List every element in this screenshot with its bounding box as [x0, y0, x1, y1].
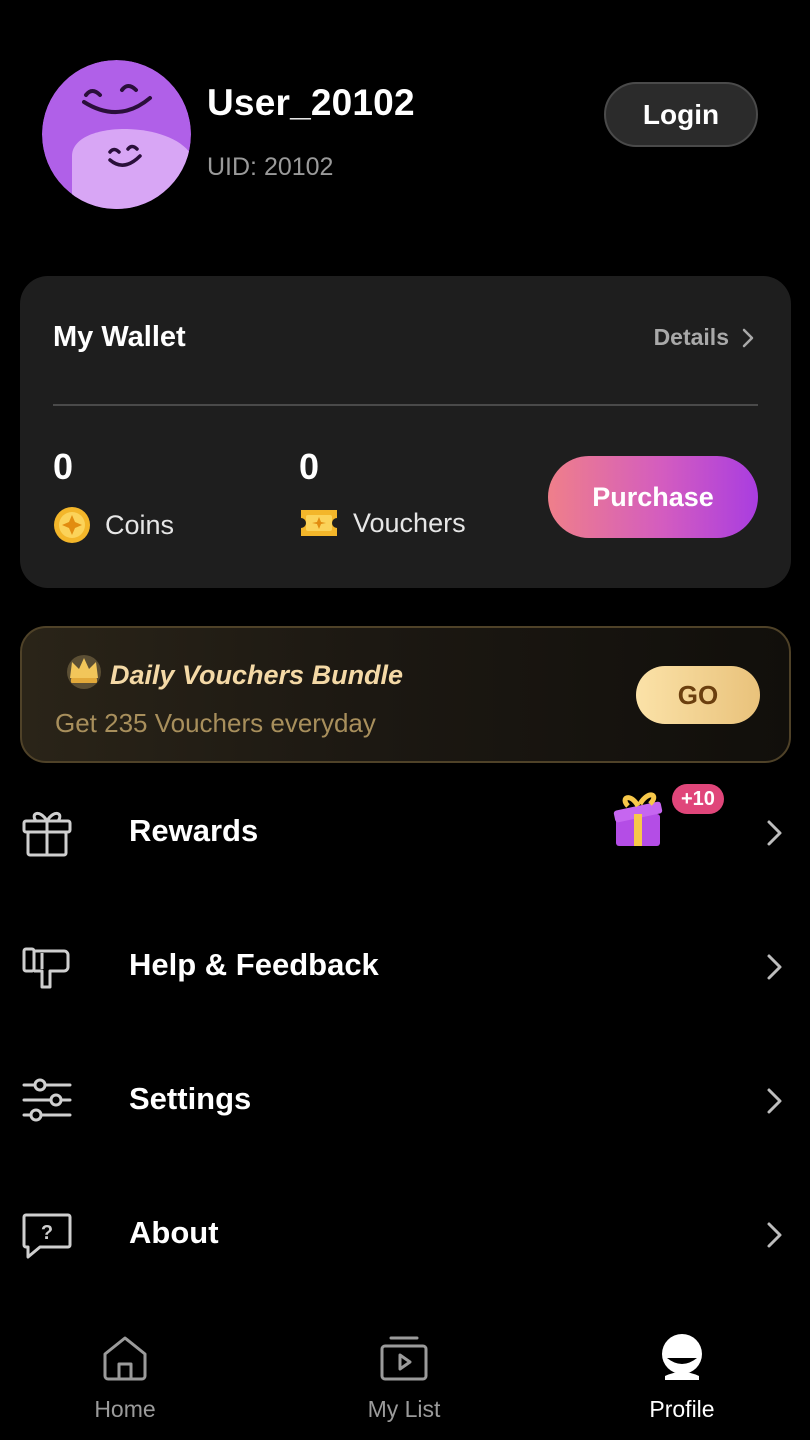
coins-stat[interactable]: 0 Coins — [53, 446, 174, 544]
sliders-icon — [22, 1078, 72, 1122]
menu-label-settings: Settings — [129, 1081, 252, 1116]
menu-item-help-feedback[interactable]: Help & Feedback — [0, 912, 810, 1022]
bundle-subtitle: Get 235 Vouchers everyday — [55, 708, 376, 738]
coins-label: Coins — [105, 509, 175, 540]
bundle-title: Daily Vouchers Bundle — [110, 660, 404, 690]
menu-label-about: About — [129, 1215, 219, 1250]
play-list-icon — [380, 1336, 428, 1381]
chevron-right-icon — [767, 820, 782, 846]
profile-screen: User_20102 UID: 20102 Login My Wallet De… — [0, 0, 810, 1440]
go-button[interactable]: GO — [636, 666, 760, 724]
coin-icon — [54, 507, 90, 543]
menu-label-rewards: Rewards — [129, 813, 259, 848]
details-label: Details — [653, 324, 729, 350]
chevron-right-icon — [742, 328, 754, 347]
nav-label-profile: Profile — [649, 1396, 715, 1422]
purchase-button[interactable]: Purchase — [548, 456, 758, 538]
vouchers-stat[interactable]: 0 Vouchers — [299, 446, 466, 540]
wallet-title: My Wallet — [53, 321, 186, 353]
wallet-details-link[interactable]: Details — [654, 324, 755, 351]
wallet-card: My Wallet Details 0 Coins 0 Vouchers Pur… — [20, 276, 791, 588]
nav-my-list[interactable]: My List — [324, 1328, 484, 1423]
nav-label-home: Home — [94, 1396, 156, 1422]
wallet-divider — [53, 404, 758, 406]
question-bubble-icon: ? — [22, 1213, 72, 1259]
vouchers-value: 0 — [299, 446, 320, 487]
menu-label-help-feedback: Help & Feedback — [129, 947, 379, 982]
coins-value: 0 — [53, 446, 74, 487]
nav-profile[interactable]: Profile — [602, 1328, 762, 1423]
feedback-icon — [22, 947, 70, 989]
menu-item-settings[interactable]: Settings — [0, 1046, 810, 1156]
nav-home[interactable]: Home — [45, 1328, 205, 1423]
bottom-nav: Home My List Profile — [0, 1310, 810, 1440]
crown-icon — [67, 655, 101, 689]
nav-label-my-list: My List — [367, 1396, 441, 1422]
avatar-face-icon — [42, 60, 191, 209]
chevron-right-icon — [767, 954, 782, 980]
home-icon — [103, 1336, 147, 1381]
voucher-icon — [301, 510, 337, 536]
username: User_20102 — [207, 82, 415, 123]
chevron-right-icon — [767, 1088, 782, 1114]
rewards-badge: +10 — [672, 784, 724, 814]
avatar[interactable] — [42, 60, 191, 209]
svg-text:?: ? — [41, 1222, 53, 1244]
login-button[interactable]: Login — [604, 82, 758, 147]
daily-vouchers-banner[interactable]: Daily Vouchers Bundle Get 235 Vouchers e… — [20, 626, 791, 763]
menu-item-about[interactable]: ? About — [0, 1180, 810, 1290]
menu-item-rewards[interactable]: Rewards +10 — [0, 778, 810, 888]
vouchers-label: Vouchers — [353, 507, 466, 538]
profile-icon — [662, 1334, 702, 1380]
chevron-right-icon — [767, 1222, 782, 1248]
gift-icon — [22, 812, 72, 857]
user-id: UID: 20102 — [207, 153, 334, 181]
